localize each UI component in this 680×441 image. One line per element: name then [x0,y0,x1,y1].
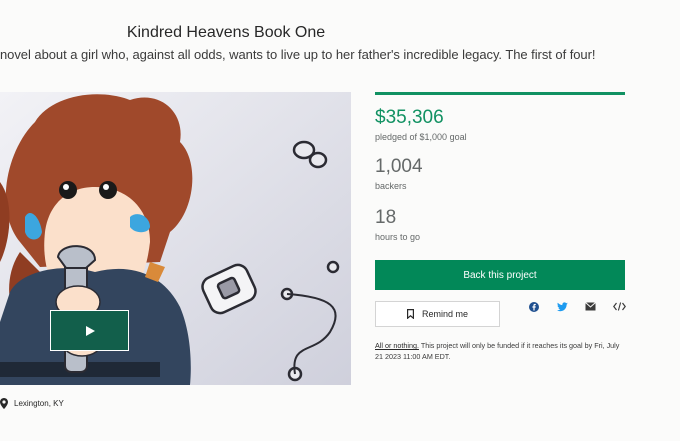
email-share-button[interactable] [585,302,596,311]
project-location[interactable]: Lexington, KY [0,398,64,409]
embed-share-button[interactable] [613,302,626,311]
pledged-label: pledged of $1,000 goal [375,132,467,142]
funding-stats: $35,306 pledged of $1,000 goal 1,004 bac… [375,92,625,242]
email-icon [585,302,596,311]
all-or-nothing-link[interactable]: All or nothing. [375,341,419,350]
back-project-button[interactable]: Back this project [375,260,625,290]
play-video-button[interactable] [50,310,129,351]
twitter-share-button[interactable] [557,302,568,312]
funding-note: All or nothing. This project will only b… [375,340,627,362]
twitter-icon [557,302,568,312]
funding-progress-fill [375,92,625,95]
hours-count: 18 [375,207,397,228]
hours-label: hours to go [375,232,421,242]
location-label: Lexington, KY [14,399,64,408]
project-hero-video[interactable] [0,92,351,385]
project-title: Kindred Heavens Book One [126,24,326,41]
funding-progress-bar [375,92,625,95]
remind-me-button[interactable]: Remind me [375,301,500,327]
embed-icon [613,302,626,311]
backers-count: 1,004 [375,156,423,177]
play-icon [85,325,95,336]
pledged-amount: $35,306 [375,107,444,128]
project-blurb: novel about a girl who, against all odds… [0,47,596,62]
location-pin-icon [0,398,8,409]
facebook-share-button[interactable] [529,302,539,312]
remind-me-label: Remind me [421,309,468,319]
bookmark-icon [406,309,414,319]
backers-label: backers [375,181,407,191]
facebook-icon [529,302,539,312]
